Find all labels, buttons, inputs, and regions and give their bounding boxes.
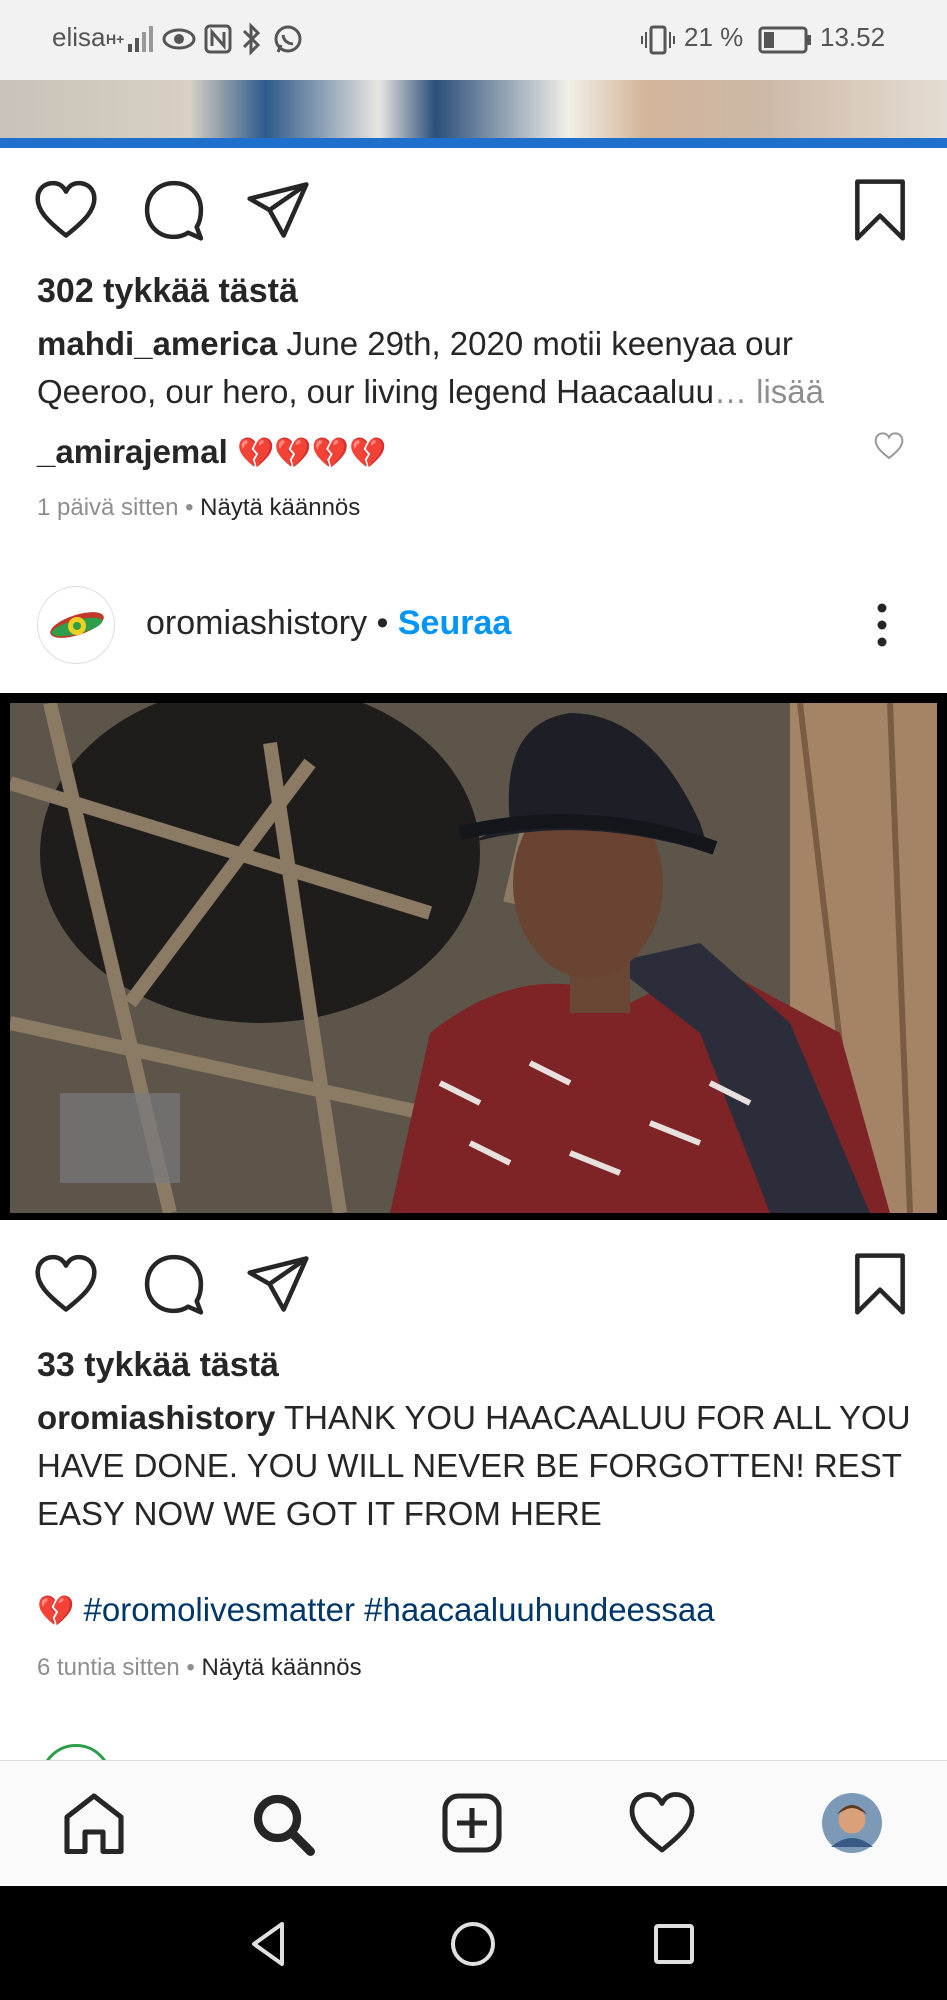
post-timestamp: 6 tuntia sitten	[37, 1654, 180, 1681]
translate-link[interactable]: Näytä käännös	[202, 1654, 362, 1681]
separator: •	[179, 1654, 202, 1681]
send-icon[interactable]	[244, 1250, 312, 1318]
carrier-label: elisa	[52, 22, 106, 52]
post-author-row: oromiashistory • Seuraa	[146, 604, 511, 643]
hashtags[interactable]: #oromolivesmatter #haacaaluuhundeessaa	[84, 1591, 715, 1628]
photo-illustration	[10, 703, 937, 1213]
separator: •	[178, 494, 201, 521]
profile-avatar[interactable]	[816, 1787, 888, 1859]
comment-icon[interactable]	[140, 1250, 208, 1318]
heart-icon[interactable]	[32, 1250, 100, 1318]
next-post-avatar[interactable]	[40, 1744, 112, 1760]
bookmark-icon[interactable]	[846, 1250, 914, 1318]
oromia-flag-logo	[50, 612, 104, 638]
like-count[interactable]: 33 tykkää tästä	[37, 1346, 279, 1385]
avatar[interactable]	[37, 586, 115, 664]
post-caption: oromiashistory THANK YOU HAACAALUU FOR A…	[37, 1394, 917, 1538]
caption-username[interactable]: oromiashistory	[37, 1399, 275, 1436]
more-link[interactable]: … lisää	[714, 373, 824, 410]
broken-heart-emoji: 💔	[37, 1595, 75, 1628]
bottom-navigation	[0, 1760, 947, 1886]
comment-row: _amirajemal 💔💔💔💔	[37, 428, 917, 478]
post-actions-bar	[0, 1242, 947, 1322]
translate-link[interactable]: Näytä käännös	[200, 494, 360, 521]
nfc-icon	[204, 24, 232, 54]
comment-text: 💔💔💔💔	[236, 437, 387, 470]
comment-icon[interactable]	[140, 176, 208, 244]
eye-icon	[162, 28, 196, 50]
whatsapp-icon	[274, 25, 302, 53]
bluetooth-icon	[242, 22, 261, 56]
more-vertical-icon[interactable]	[868, 600, 896, 650]
post-timestamp-row: 1 päivä sitten • Näytä käännös	[37, 494, 360, 522]
back-icon[interactable]	[242, 1916, 298, 1972]
comment-username[interactable]: _amirajemal	[37, 433, 228, 470]
home-circle-icon[interactable]	[445, 1916, 501, 1972]
caption-username[interactable]: mahdi_america	[37, 325, 277, 362]
vibrate-icon	[641, 25, 675, 55]
previous-post-image[interactable]	[0, 80, 947, 148]
battery-percent: 21 %	[684, 22, 744, 52]
recents-icon[interactable]	[646, 1916, 702, 1972]
system-navigation-bar	[0, 1886, 947, 2000]
add-post-icon[interactable]	[436, 1787, 508, 1859]
comment-like-icon[interactable]	[872, 430, 906, 462]
post-timestamp: 1 päivä sitten	[37, 494, 179, 521]
post-photo	[10, 703, 937, 1213]
post-timestamp-row: 6 tuntia sitten • Näytä käännös	[37, 1654, 362, 1682]
post-image[interactable]	[0, 693, 947, 1220]
battery-icon	[758, 26, 811, 54]
send-icon[interactable]	[244, 176, 312, 244]
post-username[interactable]: oromiashistory	[146, 604, 367, 642]
like-count[interactable]: 302 tykkää tästä	[37, 272, 298, 311]
post-caption: mahdi_america June 29th, 2020 motii keen…	[37, 320, 917, 416]
signal-icon	[128, 26, 153, 52]
network-type-label: H+	[106, 31, 125, 47]
post-header: oromiashistory • Seuraa	[0, 578, 947, 672]
activity-heart-icon[interactable]	[626, 1787, 698, 1859]
bookmark-icon[interactable]	[846, 176, 914, 244]
clock: 13.52	[820, 22, 886, 52]
heart-icon[interactable]	[32, 176, 100, 244]
follow-button[interactable]: Seuraa	[398, 604, 511, 642]
home-icon[interactable]	[58, 1787, 130, 1859]
status-bar: elisa H+ 21 % 13.52	[0, 0, 947, 80]
dot-separator: •	[367, 604, 398, 642]
post-actions-bar	[0, 168, 947, 248]
caption-hashtags-row: 💔 #oromolivesmatter #haacaaluuhundeessaa	[37, 1586, 917, 1636]
search-icon[interactable]	[246, 1787, 318, 1859]
